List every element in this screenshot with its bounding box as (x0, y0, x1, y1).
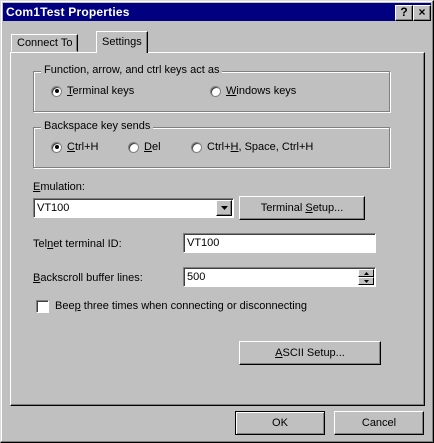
emulation-select[interactable]: VT100 (33, 198, 234, 218)
radio-windows-keys-label: Windows keys (226, 85, 297, 97)
radio-selected-icon (51, 141, 62, 153)
spin-down-icon[interactable] (358, 277, 374, 285)
beep-checkbox[interactable] (36, 300, 49, 313)
radio-ctrl-h[interactable]: Ctrl+H (51, 141, 98, 153)
telnet-label: Telnet terminal ID: (33, 238, 122, 250)
radio-unselected-icon (210, 85, 221, 97)
radio-ctrl-h-space[interactable]: Ctrl+H, Space, Ctrl+H (191, 141, 313, 153)
radio-ctrl-h-space-label: Ctrl+H, Space, Ctrl+H (207, 141, 314, 153)
tab-connect-to[interactable]: Connect To (11, 34, 79, 52)
emulation-label: Emulation: (33, 181, 85, 193)
help-button[interactable]: ? (395, 5, 413, 21)
settings-panel: Function, arrow, and ctrl keys act as Te… (10, 52, 425, 406)
spin-up-icon[interactable] (358, 269, 374, 277)
keys-group-title: Function, arrow, and ctrl keys act as (41, 64, 223, 76)
radio-terminal-keys[interactable]: Terminal keys (51, 85, 134, 97)
cancel-button[interactable]: Cancel (334, 411, 424, 435)
backscroll-label: Backscroll buffer lines: (33, 272, 143, 284)
window-title: Com1Test Properties (6, 5, 130, 19)
properties-dialog: Com1Test Properties ? × Connect To Setti… (0, 0, 434, 443)
terminal-setup-button[interactable]: Terminal Setup... (239, 196, 365, 220)
radio-windows-keys[interactable]: Windows keys (210, 85, 296, 97)
ok-button[interactable]: OK (235, 411, 325, 435)
radio-ctrl-h-label: Ctrl+H (67, 141, 99, 153)
title-bar[interactable]: Com1Test Properties ? × (3, 3, 431, 21)
close-button[interactable]: × (413, 5, 431, 21)
emulation-value: VT100 (37, 202, 70, 214)
radio-del[interactable]: Del (128, 141, 161, 153)
radio-selected-icon (51, 85, 62, 97)
backspace-group-title: Backspace key sends (41, 120, 154, 132)
radio-terminal-keys-label: Terminal keys (67, 85, 135, 97)
chevron-down-icon[interactable] (216, 200, 232, 216)
backscroll-input[interactable]: 500 (183, 267, 376, 287)
radio-del-label: Del (144, 141, 161, 153)
backscroll-value: 500 (187, 271, 206, 283)
radio-unselected-icon (191, 141, 202, 153)
beep-label: Beep three times when connecting or disc… (55, 300, 307, 312)
radio-unselected-icon (128, 141, 139, 153)
backspace-group: Backspace key sends Ctrl+H Del Ctrl+H, S… (33, 120, 390, 168)
keys-group: Function, arrow, and ctrl keys act as Te… (33, 64, 390, 112)
ascii-setup-button[interactable]: ASCII Setup... (239, 341, 381, 365)
telnet-id-input[interactable]: VT100 (183, 233, 376, 253)
tab-settings[interactable]: Settings (96, 31, 148, 53)
